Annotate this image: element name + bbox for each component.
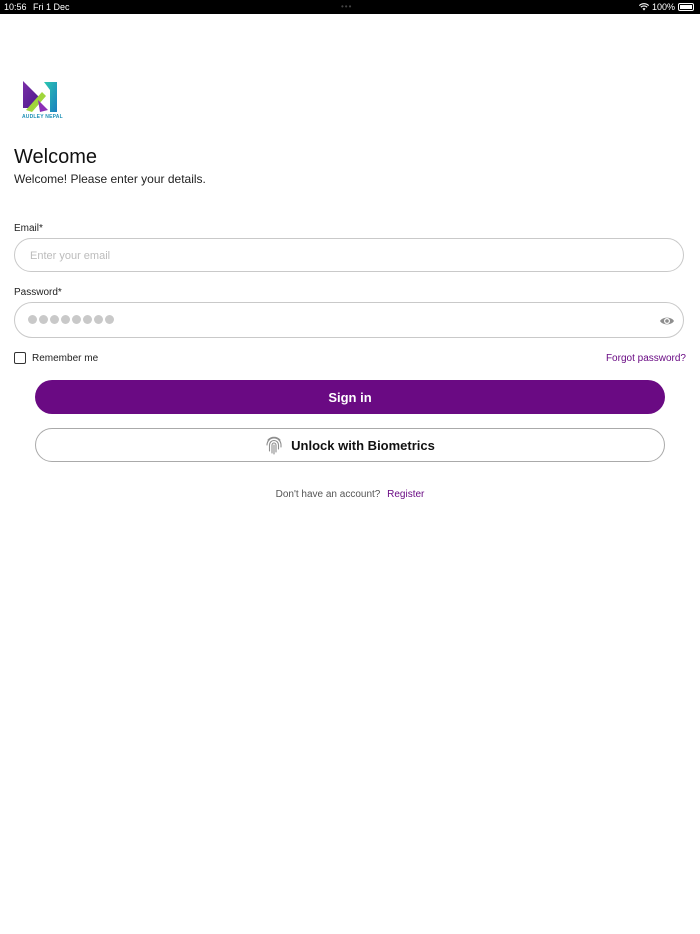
status-right: 100% — [638, 0, 694, 14]
email-label: Email* — [14, 223, 43, 234]
password-dot — [105, 315, 114, 324]
page-title: Welcome — [14, 146, 97, 168]
status-time: 10:56 — [4, 2, 27, 12]
password-label: Password* — [14, 287, 62, 298]
page-subtitle: Welcome! Please enter your details. — [14, 172, 206, 186]
password-dot — [94, 315, 103, 324]
logo-text: AUDLEY NEPAL — [22, 114, 63, 120]
biometrics-button[interactable]: Unlock with Biometrics — [35, 428, 665, 462]
email-field[interactable] — [14, 238, 684, 273]
password-dot — [83, 315, 92, 324]
battery-icon — [678, 3, 694, 11]
remember-me-label: Remember me — [32, 352, 99, 364]
register-row: Don't have an account? Register — [0, 489, 700, 500]
password-masked-value — [28, 315, 114, 324]
register-link[interactable]: Register — [387, 489, 424, 500]
wifi-icon — [638, 3, 649, 11]
forgot-password-link[interactable]: Forgot password? — [606, 353, 686, 364]
sign-in-button[interactable]: Sign in — [35, 380, 665, 414]
password-field[interactable] — [14, 302, 684, 338]
checkbox-icon[interactable] — [14, 352, 26, 364]
fingerprint-icon — [266, 436, 282, 455]
password-dot — [39, 315, 48, 324]
email-input[interactable] — [28, 239, 632, 273]
password-dot — [50, 315, 59, 324]
multitasking-dots-icon: ••• — [341, 2, 353, 11]
register-prompt: Don't have an account? — [275, 489, 381, 500]
password-dot — [28, 315, 37, 324]
remember-me[interactable]: Remember me — [14, 352, 98, 364]
password-dot — [72, 315, 81, 324]
status-date: Fri 1 Dec — [33, 2, 70, 12]
biometrics-label: Unlock with Biometrics — [291, 437, 435, 453]
status-bar: 10:56 Fri 1 Dec ••• 100% — [0, 0, 700, 14]
battery-percent: 100% — [651, 2, 675, 12]
password-dot — [61, 315, 70, 324]
eye-icon[interactable] — [659, 313, 675, 329]
